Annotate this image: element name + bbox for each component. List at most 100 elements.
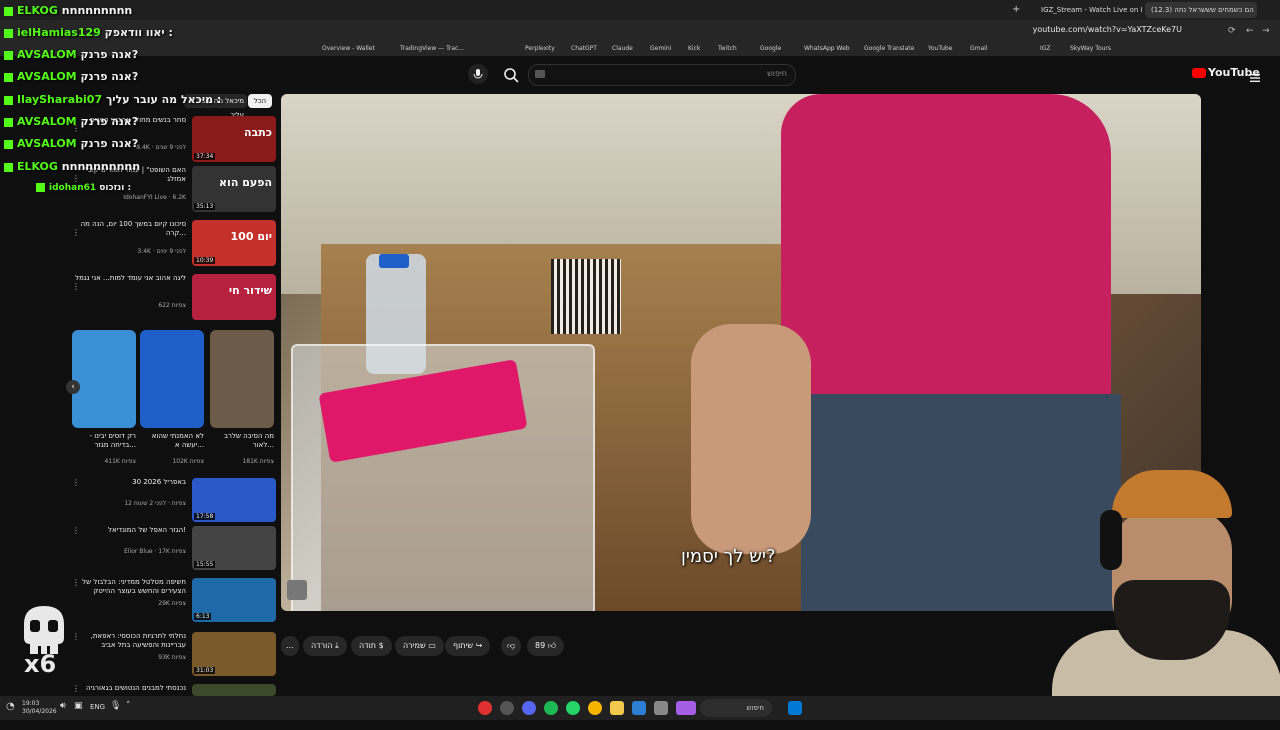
bookmark-item[interactable]: ChatGPT xyxy=(571,45,597,52)
save-button[interactable]: שמירה ▭ xyxy=(395,636,444,656)
video-title[interactable]: ליגה אהוב אני עומד למות... אני נגמל xyxy=(66,274,186,283)
chat-username[interactable]: IlaySharabi07 xyxy=(17,93,102,106)
bookmark-item[interactable]: Overview - Wallet xyxy=(322,45,375,52)
short-title[interactable]: לא האמנתי שהוא יעשה א... xyxy=(140,432,204,450)
more-options-icon[interactable]: ⋮ xyxy=(72,478,80,487)
chat-username[interactable]: ELKOG xyxy=(17,160,58,173)
more-options-icon[interactable]: ⋮ xyxy=(72,632,80,641)
spotify-icon[interactable] xyxy=(544,701,558,715)
short-thumbnail[interactable] xyxy=(210,330,274,428)
thanks-button[interactable]: תודה $ xyxy=(351,636,392,656)
video-thumbnail[interactable]: 15:55 xyxy=(192,526,276,570)
tab-youtube[interactable]: הם כשמחים שששראל נחה (12.3) xyxy=(1145,2,1257,18)
reload-icon[interactable]: ⟳ xyxy=(1228,26,1236,36)
bookmark-item[interactable]: Claude xyxy=(612,45,633,52)
whatsapp-icon[interactable] xyxy=(566,701,580,715)
more-options-icon[interactable]: ⋮ xyxy=(72,526,80,535)
video-title[interactable]: סיכונו קיום במשך 100 יום, הנה מה קרה... xyxy=(66,220,186,238)
new-tab-icon[interactable]: + xyxy=(1012,4,1020,15)
more-options-icon[interactable]: ⋮ xyxy=(72,684,80,693)
more-actions-button[interactable]: ... xyxy=(281,636,299,656)
recommendation-item[interactable]: 6:13 חשיפה מטלטל ממדיני: הבלבול של הצעירי… xyxy=(66,578,276,624)
like-button[interactable]: 89 👍︎ xyxy=(527,636,565,656)
start-icon[interactable] xyxy=(788,701,802,715)
keyboard-icon[interactable] xyxy=(535,70,545,78)
url-field[interactable]: youtube.com/watch?v=YaXTZceKe7U xyxy=(1033,25,1182,34)
dislike-button[interactable]: 👎︎ xyxy=(501,636,522,656)
app-icon-gray[interactable] xyxy=(654,701,668,715)
video-thumbnail[interactable]: יום 100 10:39 xyxy=(192,220,276,266)
video-title[interactable]: 30 באפריל 2026 xyxy=(66,478,186,487)
back-icon[interactable]: ← xyxy=(1246,26,1254,36)
taskbar-search[interactable]: חיפוש xyxy=(700,699,772,717)
chat-username[interactable]: AVSALOM xyxy=(17,137,77,150)
video-thumbnail[interactable]: 31:03 xyxy=(192,632,276,676)
video-thumbnail[interactable]: 17:58 xyxy=(192,478,276,522)
bookmark-item[interactable]: Gmail xyxy=(970,45,988,52)
video-title[interactable]: חשיפה מטלטל ממדיני: הבלבול של הצעירים וה… xyxy=(66,578,186,596)
video-title[interactable]: הגזר האפל של המונדיאל! xyxy=(66,526,186,535)
recommendation-item[interactable]: 15:55 הגזר האפל של המונדיאל! Elior Blue · … xyxy=(66,526,276,572)
bookmark-item[interactable]: YouTube xyxy=(928,45,952,52)
shorts-prev-icon[interactable]: ‹ xyxy=(66,380,80,394)
chat-username[interactable]: AVSALOM xyxy=(17,70,77,83)
video-duration: 35:13 xyxy=(194,203,216,210)
tray-chevron-icon[interactable]: ˄ xyxy=(126,701,140,715)
bookmark-item[interactable]: WhatsApp Web xyxy=(804,45,850,52)
video-thumbnail[interactable] xyxy=(192,684,276,696)
mic-tray-icon[interactable]: 🎙︎ xyxy=(110,701,124,715)
bookmark-item[interactable]: Twitch xyxy=(718,45,737,52)
language-indicator[interactable]: ENG xyxy=(90,703,105,711)
bookmark-item[interactable]: TradingView — Trac... xyxy=(400,45,464,52)
short-thumbnail[interactable] xyxy=(72,330,136,428)
clock[interactable]: 19:03 30/04/2026 xyxy=(22,700,57,716)
recommendation-item[interactable]: 31:03 נחלתי לתרגיות הכוססי: ראפאת, עבריינ… xyxy=(66,632,276,678)
channel-watermark-icon[interactable] xyxy=(287,580,307,600)
bookmark-item[interactable]: Google Translate xyxy=(864,45,914,52)
bookmark-item[interactable]: Gemini xyxy=(650,45,671,52)
app-icon-obs[interactable] xyxy=(500,701,514,715)
voice-search-icon[interactable] xyxy=(468,64,488,84)
recommendation-item[interactable]: יום 100 10:39 סיכונו קיום במשך 100 יום, הנ… xyxy=(66,220,276,270)
discord-icon[interactable] xyxy=(522,701,536,715)
widgets-icon[interactable] xyxy=(676,701,696,715)
network-icon[interactable]: ▣ xyxy=(74,701,88,715)
more-options-icon[interactable]: ⋮ xyxy=(72,578,80,587)
bookmark-item[interactable]: IGZ xyxy=(1040,45,1051,52)
more-options-icon[interactable]: ⋮ xyxy=(72,282,80,291)
chat-username[interactable]: AVSALOM xyxy=(17,48,77,61)
bookmark-item[interactable]: Kick xyxy=(688,45,700,52)
chat-username[interactable]: idohan61 xyxy=(49,183,96,193)
search-input[interactable]: חיפוש xyxy=(528,64,796,86)
short-title[interactable]: רק דוסים יבינו - בדיחה מגזר... xyxy=(72,432,137,450)
chrome-icon[interactable] xyxy=(588,701,602,715)
chat-username[interactable]: ielHamias129 xyxy=(17,26,101,39)
share-button[interactable]: שיתוף ↪ xyxy=(445,636,491,656)
video-title[interactable]: נכנסתי למבנים הנטושים בגאורגיה xyxy=(66,684,186,693)
chat-username[interactable]: ELKOG xyxy=(17,4,58,17)
bookmark-item[interactable]: SkyWay Tours xyxy=(1070,45,1111,52)
bookmark-item[interactable]: Perplexity xyxy=(525,45,555,52)
recommendation-item[interactable]: שידור חי ליגה אהוב אני עומד למות... אני נ… xyxy=(66,274,276,324)
store-icon[interactable] xyxy=(632,701,646,715)
search-button[interactable] xyxy=(500,64,522,86)
volume-icon[interactable]: 🔊︎ xyxy=(60,701,74,715)
tab-kick-stream[interactable]: IGZ_Stream - Watch Live on K xyxy=(1035,2,1142,18)
chat-username[interactable]: AVSALOM xyxy=(17,115,77,128)
file-explorer-icon[interactable] xyxy=(610,701,624,715)
video-thumbnail[interactable]: 6:13 xyxy=(192,578,276,622)
recommendation-item[interactable]: 17:58 30 באפריל 2026 12 צפיות · לפני 2 שעו… xyxy=(66,478,276,524)
download-button[interactable]: הורדה ⤓ xyxy=(303,636,347,656)
thumbnail-text: שידור חי xyxy=(228,284,272,297)
bookmark-item[interactable]: Google xyxy=(760,45,781,52)
notification-icon[interactable]: ◔ xyxy=(6,701,20,715)
video-title[interactable]: נחלתי לתרגיות הכוססי: ראפאת, עבריינות וה… xyxy=(66,632,186,650)
hamburger-menu-icon[interactable] xyxy=(1250,68,1260,82)
short-title[interactable]: מה הסיבה שלרב לאור... xyxy=(210,432,274,450)
video-thumbnail[interactable]: שידור חי xyxy=(192,274,276,320)
more-options-icon[interactable]: ⋮ xyxy=(72,228,80,237)
tab-label: IGZ_Stream - Watch Live on K xyxy=(1041,6,1142,14)
forward-icon[interactable]: → xyxy=(1262,26,1270,36)
short-thumbnail[interactable] xyxy=(140,330,204,428)
app-icon-red[interactable] xyxy=(478,701,492,715)
